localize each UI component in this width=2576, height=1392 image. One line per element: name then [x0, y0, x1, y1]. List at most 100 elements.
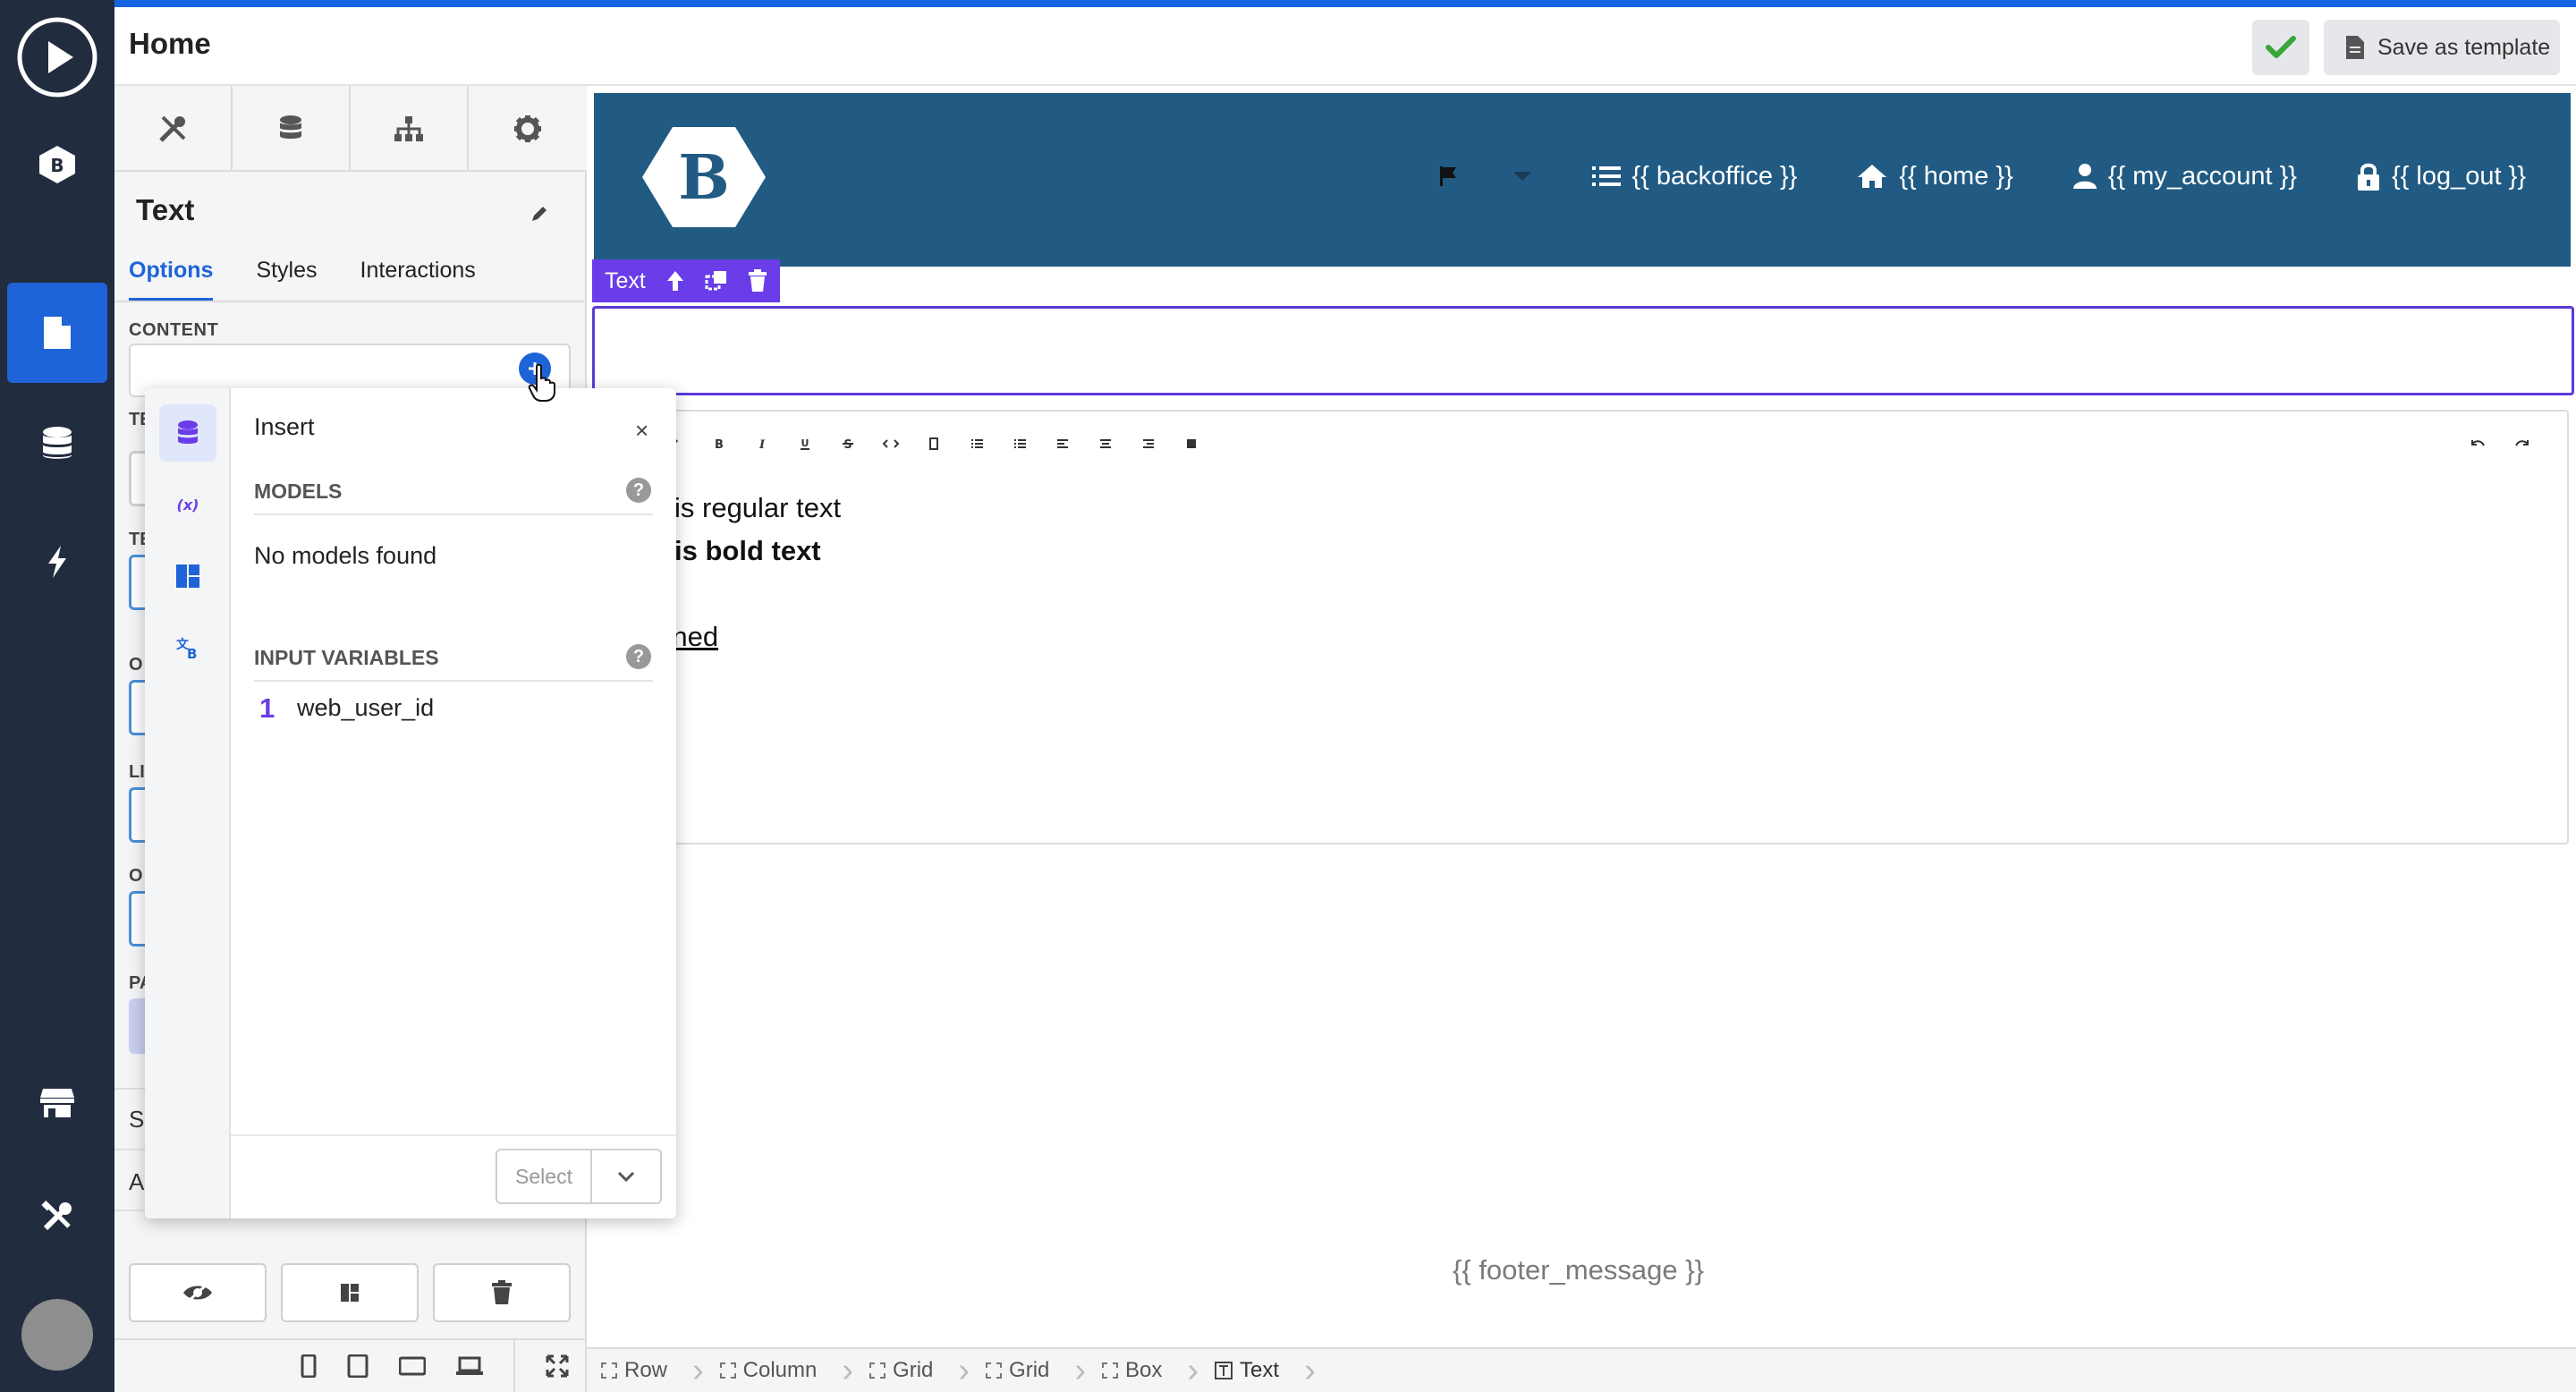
box-icon	[986, 1362, 1003, 1379]
eye-slash-icon	[183, 1282, 212, 1303]
expand-icon[interactable]	[546, 1354, 569, 1378]
panel-subtabs: Options Styles Interactions	[129, 258, 476, 301]
play-button[interactable]	[7, 7, 107, 107]
breadcrumb-column[interactable]: Column	[719, 1358, 843, 1383]
component-breadcrumb: Row › Column › Grid › Grid › Box › Text …	[587, 1347, 2576, 1392]
align-justify-icon[interactable]	[1170, 437, 1213, 451]
rich-text-editor[interactable]: 1 B I U S is regular text is bold text c…	[633, 410, 2569, 845]
selected-text-component[interactable]	[592, 306, 2574, 395]
close-icon[interactable]: ×	[635, 417, 648, 445]
breadcrumb-grid[interactable]: Grid	[869, 1358, 958, 1383]
sitemap-icon	[394, 116, 423, 141]
page-canvas: B {{ backoffice }} {{ home }} {{ my_acco…	[587, 86, 2576, 1347]
nav-log-out[interactable]: {{ log_out }}	[2356, 161, 2526, 191]
nav-backoffice[interactable]: {{ backoffice }}	[1592, 162, 1797, 191]
breadcrumb-label: Column	[742, 1358, 818, 1382]
rail-data[interactable]	[7, 394, 107, 494]
select-parent-icon[interactable]	[665, 270, 685, 292]
chevron-down-icon[interactable]	[1512, 170, 1533, 182]
select-dropdown-button[interactable]	[590, 1149, 662, 1204]
help-icon[interactable]: ?	[626, 644, 651, 669]
tablet-icon[interactable]	[347, 1354, 369, 1378]
breadcrumb-row[interactable]: Row	[601, 1358, 692, 1383]
rail-pages[interactable]	[7, 283, 107, 383]
layout-button[interactable]	[281, 1263, 419, 1322]
page-title: Home	[129, 27, 211, 60]
subtab-styles[interactable]: Styles	[256, 258, 317, 301]
rail-store[interactable]	[7, 1052, 107, 1152]
check-icon	[2266, 36, 2296, 58]
save-as-template-label: Save as template	[2377, 34, 2551, 60]
bullet-list-icon[interactable]	[955, 437, 998, 451]
italic-icon[interactable]: I	[741, 437, 784, 451]
play-icon	[17, 17, 97, 98]
mobile-icon[interactable]	[301, 1354, 317, 1378]
duplicate-icon[interactable]	[705, 269, 728, 293]
rail-tools[interactable]	[7, 1167, 107, 1267]
align-center-icon[interactable]	[1084, 437, 1127, 451]
redo-icon[interactable]	[2513, 438, 2531, 451]
lock-icon	[2358, 163, 2379, 191]
rename-button[interactable]	[530, 204, 549, 224]
panel-main-tabs	[114, 86, 587, 172]
tablet-landscape-icon[interactable]	[399, 1356, 426, 1376]
flag-icon[interactable]	[1438, 166, 1458, 187]
subtab-options[interactable]: Options	[129, 258, 214, 301]
site-nav: {{ backoffice }} {{ home }} {{ my_accoun…	[1438, 161, 2526, 191]
tab-components[interactable]	[114, 86, 233, 172]
visibility-button[interactable]	[129, 1263, 267, 1322]
nav-label: {{ home }}	[1899, 161, 2013, 191]
divider	[254, 680, 653, 682]
gear-icon	[514, 115, 541, 142]
code-icon[interactable]	[869, 437, 912, 451]
brand-logo-button[interactable]: B	[7, 115, 107, 215]
ordered-list-icon[interactable]	[998, 437, 1041, 451]
site-logo[interactable]: B	[640, 125, 767, 229]
breadcrumb-text[interactable]: Text	[1215, 1358, 1304, 1383]
insert-translations-tab[interactable]: 文B	[159, 619, 216, 676]
editor-toolbar: 1 B I U S	[635, 422, 1213, 465]
rail-actions[interactable]	[7, 512, 107, 612]
site-header[interactable]: B {{ backoffice }} {{ home }} {{ my_acco…	[594, 93, 2571, 267]
delete-component-button[interactable]	[433, 1263, 571, 1322]
select-button[interactable]: Select	[496, 1149, 592, 1204]
insert-models-tab[interactable]	[159, 404, 216, 462]
tab-data[interactable]	[233, 86, 351, 172]
nav-my-account[interactable]: {{ my_account }}	[2072, 162, 2297, 191]
page-header: Home Save as template	[114, 7, 2576, 86]
align-left-icon[interactable]	[1041, 437, 1084, 451]
align-right-icon[interactable]	[1127, 437, 1170, 451]
underline-icon[interactable]: U	[784, 437, 826, 451]
insert-components-tab[interactable]	[159, 547, 216, 605]
strikethrough-icon[interactable]: S	[826, 437, 869, 451]
editor-line-regular: is regular text	[674, 492, 842, 523]
publish-check-button[interactable]	[2252, 20, 2309, 75]
chevron-right-icon: ›	[1187, 1352, 1199, 1389]
tab-structure[interactable]	[351, 86, 469, 172]
insert-variables-tab[interactable]: (x)	[159, 476, 216, 533]
svg-text:U: U	[801, 437, 809, 449]
laptop-icon[interactable]	[456, 1356, 483, 1376]
divider	[513, 1339, 515, 1392]
breadcrumb-box[interactable]: Box	[1102, 1358, 1187, 1383]
models-section-title: MODELS	[254, 480, 343, 503]
undo-icon[interactable]	[2469, 438, 2487, 451]
box-icon	[601, 1362, 617, 1379]
code-block-icon[interactable]	[912, 437, 955, 451]
user-avatar[interactable]	[21, 1299, 93, 1371]
tab-settings[interactable]	[469, 86, 587, 172]
save-as-template-button[interactable]: Save as template	[2324, 20, 2560, 75]
subtab-interactions[interactable]: Interactions	[360, 258, 476, 301]
variable-item-web-user-id[interactable]: web_user_id	[297, 694, 434, 722]
selection-toolbar: Text	[592, 259, 780, 302]
breadcrumb-label: Box	[1125, 1358, 1163, 1382]
breadcrumb-label: Grid	[1009, 1358, 1050, 1382]
help-icon[interactable]: ?	[626, 478, 651, 503]
breadcrumb-grid[interactable]: Grid	[986, 1358, 1074, 1383]
nav-home[interactable]: {{ home }}	[1856, 161, 2013, 191]
trash-icon[interactable]	[748, 269, 767, 293]
chevron-right-icon: ›	[1304, 1352, 1316, 1389]
divider	[254, 514, 653, 515]
bold-icon[interactable]: B	[698, 437, 741, 451]
subtabs-divider	[114, 301, 587, 302]
